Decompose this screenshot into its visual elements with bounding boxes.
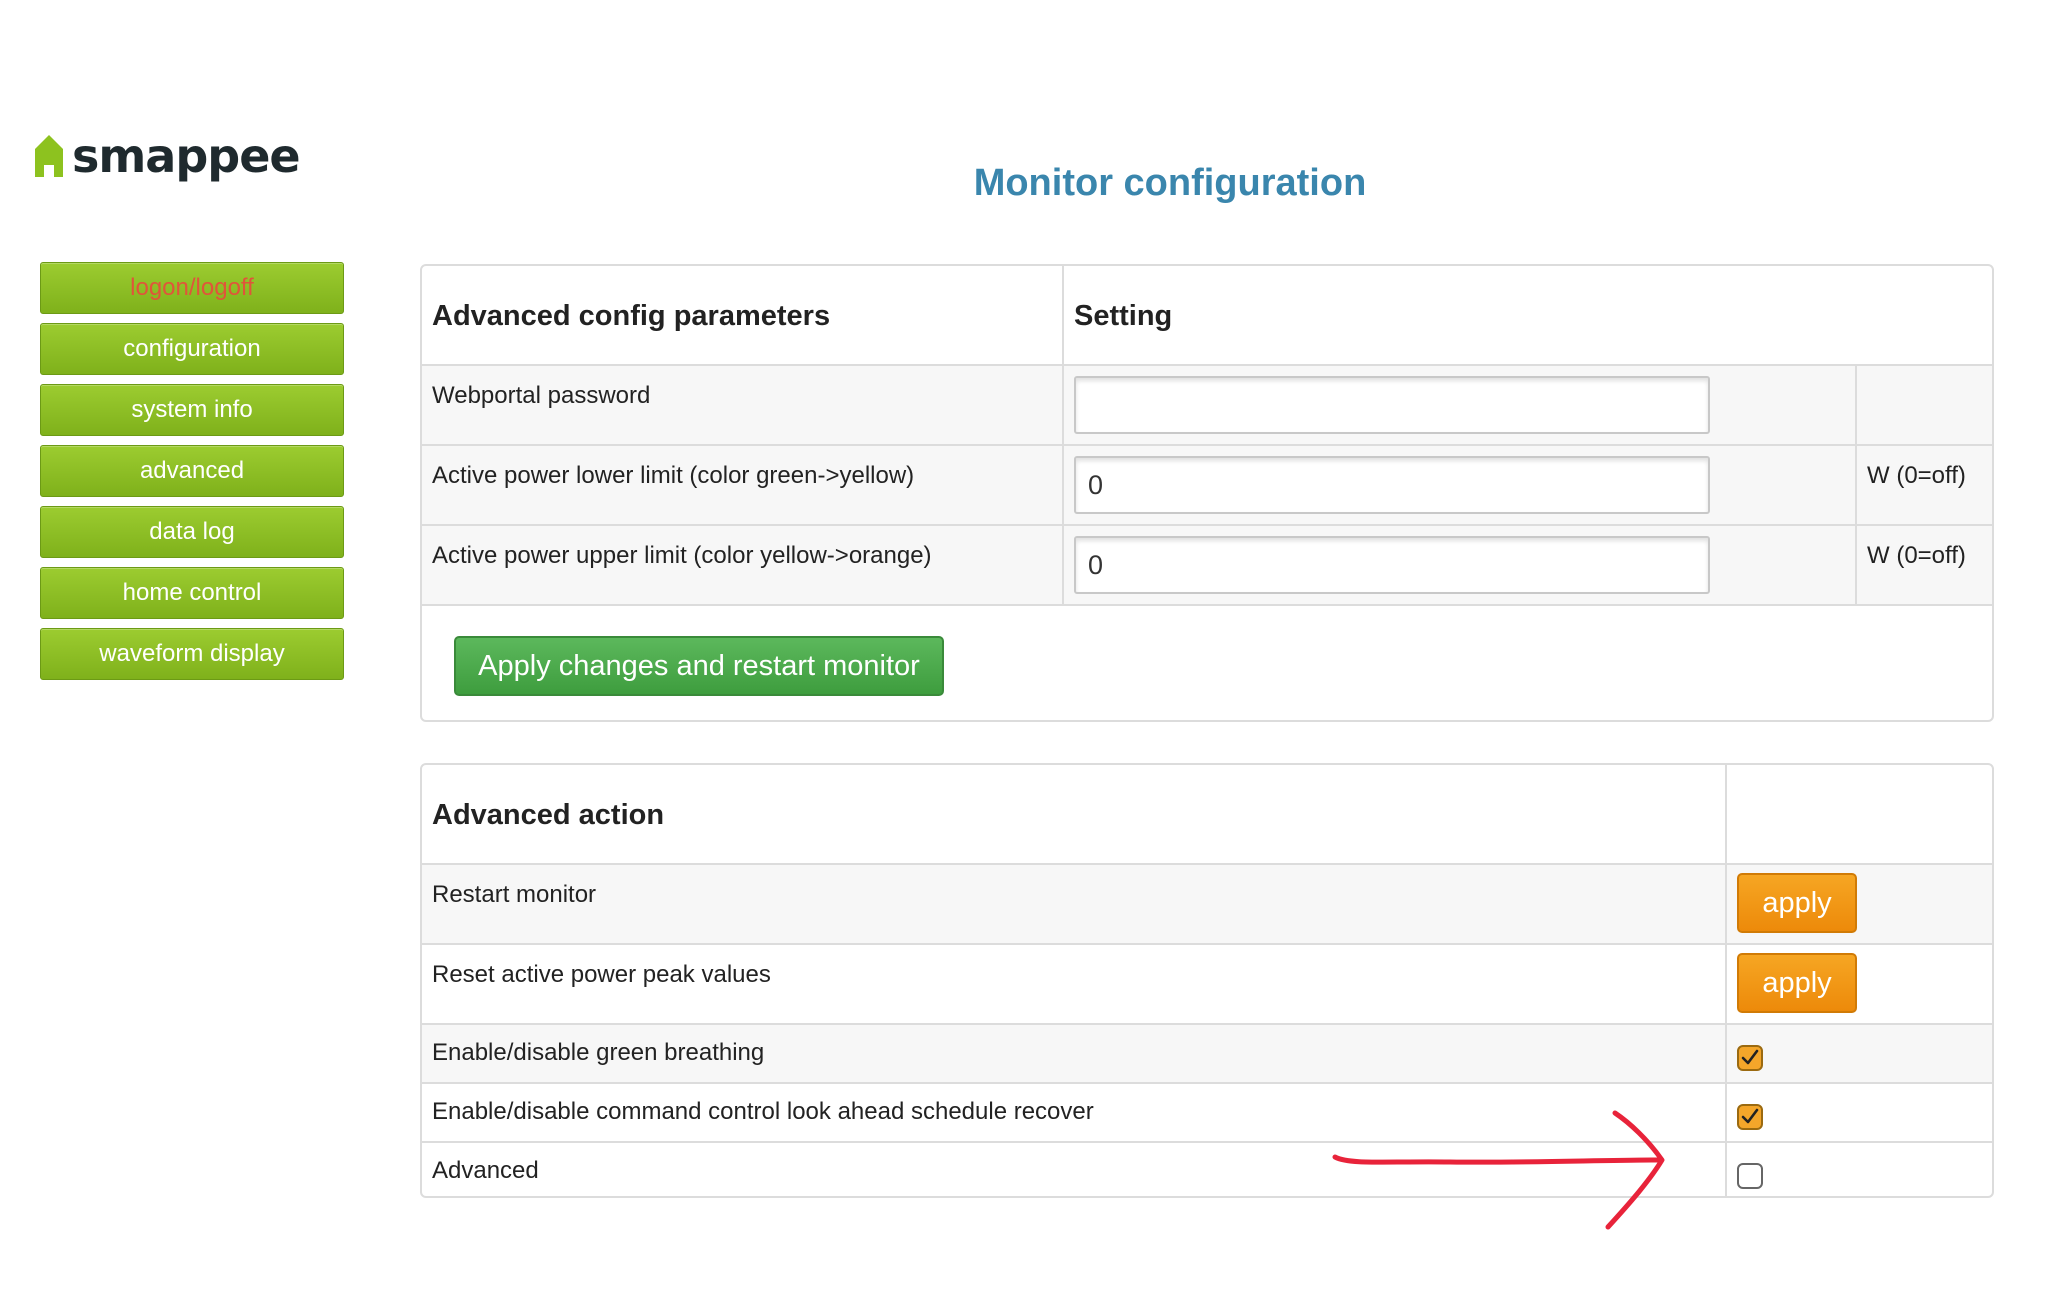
config-label-upper-limit: Active power upper limit (color yellow->… xyxy=(432,542,932,569)
webportal-password-input[interactable] xyxy=(1074,376,1710,434)
action-header-row: Advanced action xyxy=(422,765,1992,865)
action-label-green-breathing: Enable/disable green breathing xyxy=(432,1039,765,1066)
nav-configuration[interactable]: configuration xyxy=(40,323,344,375)
config-panel: Advanced config parameters Setting Webpo… xyxy=(420,264,1994,722)
action-header: Advanced action xyxy=(432,799,665,831)
action-header-control xyxy=(1725,765,1992,863)
config-label-password: Webportal password xyxy=(432,382,651,409)
config-row-password: Webportal password xyxy=(422,366,1992,446)
config-header-setting: Setting xyxy=(1062,266,1992,364)
action-row-green-breathing: Enable/disable green breathing xyxy=(422,1025,1992,1084)
smappee-logo: smappee xyxy=(34,128,301,184)
config-row-upper-limit: Active power upper limit (color yellow->… xyxy=(422,526,1992,606)
nav-waveform-display[interactable]: waveform display xyxy=(40,628,344,680)
nav-system-info[interactable]: system info xyxy=(40,384,344,436)
green-breathing-checkbox[interactable] xyxy=(1737,1045,1763,1071)
nav-data-log[interactable]: data log xyxy=(40,506,344,558)
brand-name: smappee xyxy=(72,129,301,183)
nav-advanced[interactable]: advanced xyxy=(40,445,344,497)
action-control-cell xyxy=(1725,1143,1992,1196)
config-label-lower-limit: Active power lower limit (color green->y… xyxy=(432,462,915,489)
action-control-cell xyxy=(1725,1084,1992,1141)
page-title: Monitor configuration xyxy=(973,162,1367,204)
config-header-parameters: Advanced config parameters xyxy=(432,300,831,332)
upper-limit-input[interactable] xyxy=(1074,536,1710,594)
look-ahead-checkbox[interactable] xyxy=(1737,1104,1763,1130)
sidebar-nav: logon/logoff configuration system info a… xyxy=(40,262,344,689)
config-input-cell xyxy=(1062,366,1855,444)
config-submit-row: Apply changes and restart monitor xyxy=(422,606,1992,720)
config-unit-lower-limit: W (0=off) xyxy=(1855,446,1992,524)
lower-limit-input[interactable] xyxy=(1074,456,1710,514)
action-row-look-ahead: Enable/disable command control look ahea… xyxy=(422,1084,1992,1143)
action-label-reset-peaks: Reset active power peak values xyxy=(432,961,771,988)
reset-peaks-apply-button[interactable]: apply xyxy=(1737,953,1857,1013)
config-unit-password xyxy=(1855,366,1992,444)
action-row-reset-peaks: Reset active power peak values apply xyxy=(422,945,1992,1025)
config-input-cell xyxy=(1062,446,1855,524)
apply-changes-button[interactable]: Apply changes and restart monitor xyxy=(454,636,944,696)
action-row-advanced: Advanced xyxy=(422,1143,1992,1196)
config-unit-upper-limit: W (0=off) xyxy=(1855,526,1992,604)
check-icon xyxy=(1741,1108,1759,1124)
config-row-lower-limit: Active power lower limit (color green->y… xyxy=(422,446,1992,526)
action-row-restart: Restart monitor apply xyxy=(422,865,1992,945)
action-label-restart: Restart monitor xyxy=(432,881,597,908)
config-header-row: Advanced config parameters Setting xyxy=(422,266,1992,366)
check-icon xyxy=(1741,1049,1759,1065)
advanced-checkbox[interactable] xyxy=(1737,1163,1763,1189)
action-control-cell: apply xyxy=(1725,865,1992,943)
config-input-cell xyxy=(1062,526,1855,604)
nav-home-control[interactable]: home control xyxy=(40,567,344,619)
action-control-cell xyxy=(1725,1025,1992,1082)
house-icon xyxy=(35,135,63,177)
nav-logon-logoff[interactable]: logon/logoff xyxy=(40,262,344,314)
action-panel: Advanced action Restart monitor apply Re… xyxy=(420,763,1994,1198)
action-control-cell: apply xyxy=(1725,945,1992,1023)
red-arrow-annotation xyxy=(1332,1110,1665,1230)
restart-monitor-apply-button[interactable]: apply xyxy=(1737,873,1857,933)
